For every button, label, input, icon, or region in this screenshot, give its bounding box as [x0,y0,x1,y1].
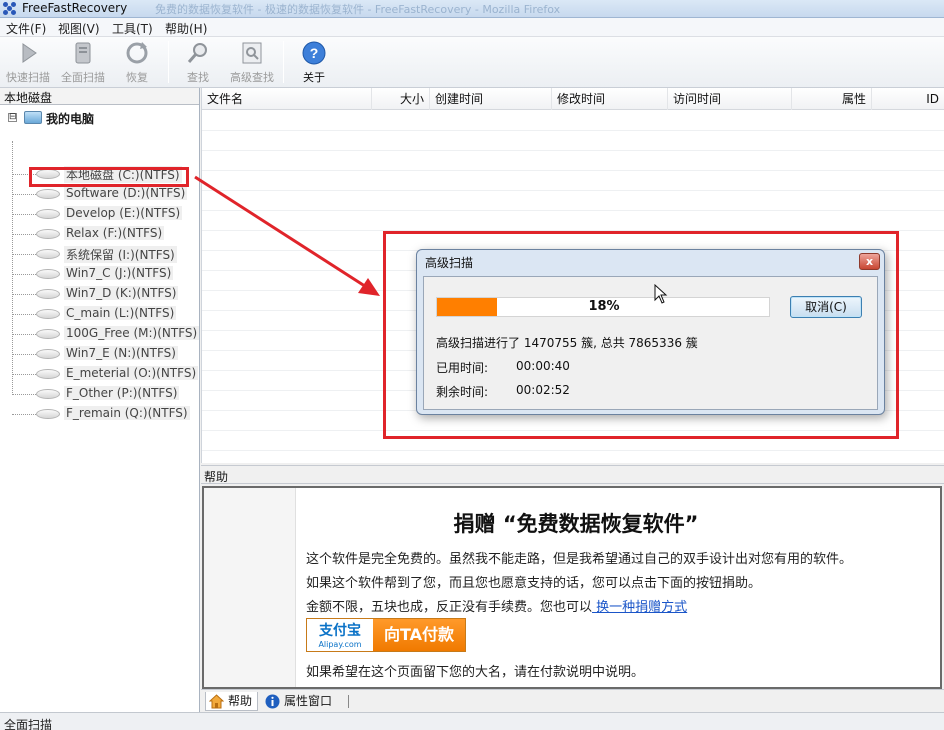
cancel-button[interactable]: 取消(C) [790,296,862,318]
elapsed-label: 已用时间: [436,361,489,375]
mouse-cursor-icon [654,284,668,304]
progress-percent: 18% [588,299,620,314]
advanced-scan-dialog: 高级扫描 x 18% 取消(C) 高级扫描进行了 1470755 簇, 总共 7… [416,249,885,415]
scan-progress-bar: 18% [436,297,770,317]
remaining-label: 剩余时间: [436,385,489,399]
scan-info: 高级扫描进行了 1470755 簇, 总共 7865336 簇 [436,336,698,350]
remaining-value: 00:02:52 [516,383,570,397]
close-button[interactable]: x [859,253,880,270]
dialog-title: 高级扫描 [425,256,474,270]
dialog-body: 18% 取消(C) 高级扫描进行了 1470755 簇, 总共 7865336 … [423,276,878,410]
elapsed-value: 00:00:40 [516,359,570,373]
